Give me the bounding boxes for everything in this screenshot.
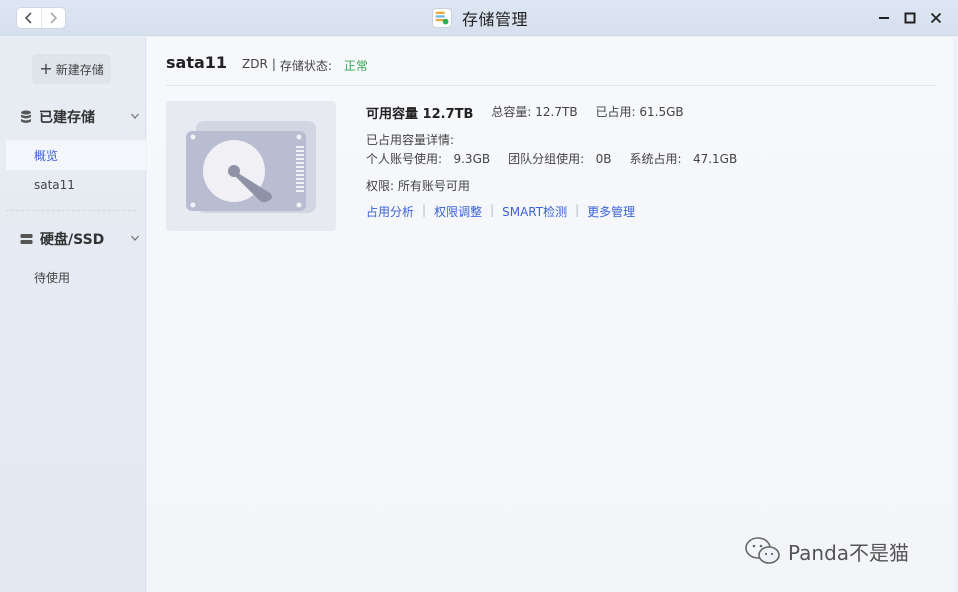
- close-icon: [930, 12, 942, 24]
- back-button[interactable]: [17, 8, 41, 28]
- watermark-text: Panda不是猫: [788, 540, 910, 565]
- forward-button[interactable]: [40, 8, 66, 28]
- capacity-row: 可用容量 12.7TB 总容量: 12.7TB 已占用: 61.5GB: [366, 103, 684, 122]
- database-icon: [21, 110, 31, 123]
- raid-type: ZDR: [242, 57, 268, 71]
- system-usage: 系统占用: 47.1GB: [629, 152, 738, 166]
- section-label: 已建存储: [39, 110, 95, 126]
- personal-usage: 个人账号使用: 9.3GB: [366, 152, 491, 166]
- close-button[interactable]: [928, 9, 944, 27]
- app-title: 存储管理: [432, 6, 528, 30]
- usage-analysis-link[interactable]: 占用分析: [366, 203, 414, 220]
- status-badge: 正常: [343, 59, 368, 73]
- status-label: 存储状态:: [279, 59, 332, 73]
- main-panel: sata11 ZDR | 存储状态: 正常 可用容量 12.7TB 总容量: 1…: [147, 37, 953, 592]
- nav-buttons: [16, 7, 66, 29]
- pool-meta: ZDR | 存储状态: 正常: [242, 57, 368, 74]
- new-storage-label: 新建存储: [55, 62, 104, 77]
- smart-check-link[interactable]: SMART检测: [502, 203, 567, 220]
- sidebar-item-sata11[interactable]: sata11: [6, 170, 146, 200]
- minimize-button[interactable]: [876, 9, 892, 27]
- action-links: 占用分析 | 权限调整 | SMART检测 | 更多管理: [366, 203, 635, 220]
- section-label: 硬盘/SSD: [40, 232, 105, 248]
- chevron-right-icon: [50, 12, 58, 24]
- hard-disk-icon: [186, 121, 316, 213]
- pool-name: sata11: [166, 53, 228, 72]
- total-capacity: 总容量: 12.7TB: [491, 105, 578, 119]
- available-capacity: 可用容量 12.7TB: [366, 107, 474, 122]
- used-capacity: 已占用: 61.5GB: [595, 105, 684, 119]
- section-drives[interactable]: 硬盘/SSD: [20, 229, 144, 249]
- storage-app-icon: [432, 8, 452, 28]
- chevron-down-icon: [131, 235, 139, 241]
- detail-heading: 已占用容量详情:: [366, 133, 455, 147]
- chevron-left-icon: [24, 12, 32, 24]
- sidebar-item-pending[interactable]: 待使用: [6, 262, 146, 292]
- new-storage-button[interactable]: + 新建存储: [32, 54, 111, 84]
- link-separator: |: [490, 203, 495, 217]
- maximize-icon: [904, 12, 916, 24]
- header-divider: [166, 85, 936, 86]
- link-separator: |: [575, 203, 580, 217]
- sidebar: + 新建存储 已建存储 概览 sata11 硬盘/SSD 待使用: [0, 37, 146, 592]
- window-title: 存储管理: [462, 10, 529, 29]
- disk-illustration: [166, 101, 336, 231]
- team-usage: 团队分组使用: 0B: [508, 152, 612, 166]
- watermark: Panda不是猫: [744, 536, 909, 566]
- window-controls: [876, 9, 944, 27]
- meta-separator: |: [271, 57, 276, 71]
- minimize-icon: [879, 17, 889, 19]
- permission-adjust-link[interactable]: 权限调整: [434, 203, 482, 220]
- sidebar-item-overview[interactable]: 概览: [6, 140, 146, 170]
- plus-icon: +: [39, 59, 53, 78]
- title-bar: 存储管理: [0, 0, 958, 36]
- more-management-link[interactable]: 更多管理: [587, 203, 635, 220]
- link-separator: |: [422, 203, 427, 217]
- maximize-button[interactable]: [902, 9, 918, 27]
- section-created-storage[interactable]: 已建存储: [20, 107, 144, 127]
- usage-detail-row: 个人账号使用: 9.3GB 团队分组使用: 0B 系统占用: 47.1GB: [366, 150, 737, 167]
- sidebar-divider: [6, 210, 136, 211]
- drive-icon: [20, 234, 33, 244]
- chevron-down-icon: [131, 113, 139, 119]
- wechat-icon: [745, 537, 780, 564]
- permission-row: 权限: 所有账号可用: [366, 179, 470, 193]
